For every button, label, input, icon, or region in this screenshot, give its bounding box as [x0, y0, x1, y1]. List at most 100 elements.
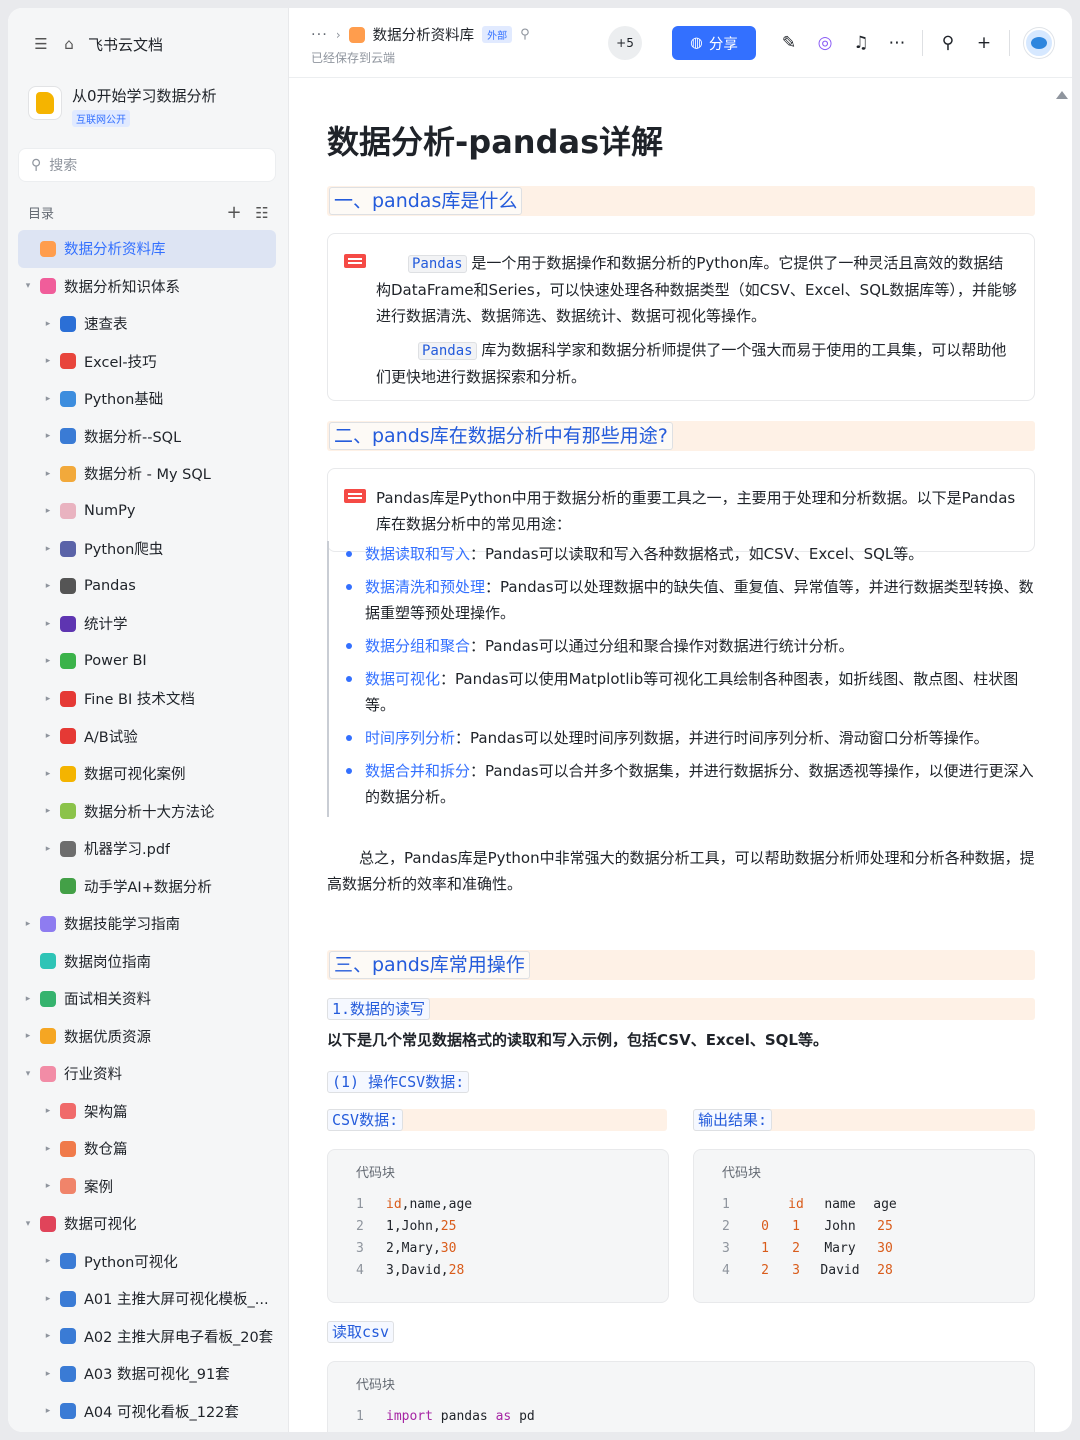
callout-paragraph: Pandas 库为数据科学家和数据分析师提供了一个强大而易于使用的工具集，可以帮…	[376, 337, 1018, 390]
doc-content[interactable]: 数据分析-pandas详解 一、pandas库是什么 Pandas 是一个用于数…	[289, 79, 1072, 1432]
bell-icon[interactable]: ♫	[850, 32, 872, 54]
sidebar-item[interactable]: ▸ 面试相关资料	[18, 980, 276, 1018]
csv-code-block[interactable]: 代码块 1 id,name,age 2 1,John,25 3 2,Mary,30 4 3,D…	[327, 1149, 669, 1303]
chevron-right-icon[interactable]: ▸	[42, 581, 54, 591]
chevron-right-icon[interactable]: ▸	[42, 806, 54, 816]
chevron-right-icon[interactable]: ▸	[42, 619, 54, 629]
chevron-right-icon[interactable]: ▸	[42, 1106, 54, 1116]
chevron-down-icon[interactable]: ▾	[22, 1219, 34, 1229]
sidebar-item[interactable]: 动手学AI+数据分析	[18, 868, 276, 906]
read-code-block[interactable]: 代码块 1 import pandas as pd	[327, 1361, 1035, 1432]
sidebar-item[interactable]: ▸ 数据分析--SQL	[18, 418, 276, 456]
chevron-right-icon[interactable]: ▸	[22, 1031, 34, 1041]
search-icon[interactable]: ⚲	[937, 32, 959, 54]
breadcrumb-doc-name[interactable]: 数据分析资料库	[373, 24, 475, 45]
more-icon[interactable]: ⋯	[886, 32, 908, 54]
workspace-title: 从0开始学习数据分析	[72, 87, 217, 105]
sidebar-item[interactable]: ▸ A02 主推大屏电子看板_20套	[18, 1318, 276, 1356]
chevron-right-icon[interactable]: ▸	[42, 431, 54, 441]
share-button[interactable]: ◍ 分享	[672, 26, 756, 60]
sidebar-item[interactable]: ▸ A04 可视化看板_122套	[18, 1393, 276, 1431]
add-page-icon[interactable]: +	[223, 202, 245, 223]
table-cell: David	[820, 1263, 860, 1278]
sidebar-item[interactable]: ▸ 统计学	[18, 605, 276, 643]
collapse-sidebar-icon[interactable]: ☰	[32, 35, 50, 53]
chevron-right-icon[interactable]: ▸	[42, 1144, 54, 1154]
ai-assistant-icon[interactable]: ◎	[814, 32, 836, 54]
app-name[interactable]: 飞书云文档	[88, 34, 163, 55]
output-code-block[interactable]: 代码块 1 id name age 2 0 1 John 25 3 1 2 Mary 30 4 2 3 David…	[693, 1149, 1035, 1303]
list-item-keyword: 数据分组和聚合	[365, 637, 471, 655]
sidebar-item[interactable]: ▸ 速查表	[18, 305, 276, 343]
sidebar-item[interactable]: ▸ Pandas	[18, 568, 276, 606]
sidebar-item[interactable]: ▸ A/B试验	[18, 718, 276, 756]
add-icon[interactable]: +	[973, 32, 995, 54]
chevron-right-icon[interactable]: ▸	[42, 469, 54, 479]
sidebar-item[interactable]: ▸ Python基础	[18, 380, 276, 418]
sidebar-item[interactable]: ▸ 数仓篇	[18, 1130, 276, 1168]
sidebar-item[interactable]: ▸ 案例	[18, 1168, 276, 1206]
sidebar-item[interactable]: 数据岗位指南	[18, 943, 276, 981]
chevron-right-icon[interactable]: ▸	[22, 919, 34, 929]
sidebar-item[interactable]: ▸ 数据分析十大方法论	[18, 793, 276, 831]
chevron-right-icon[interactable]: ▸	[42, 1406, 54, 1416]
sidebar-item[interactable]: ▸ A03 数据可视化_91套	[18, 1355, 276, 1393]
section-heading-1-text: 一、pandas库是什么	[329, 187, 523, 215]
chevron-right-icon[interactable]: ▸	[42, 319, 54, 329]
sidebar-item[interactable]: ▸ NumPy	[18, 493, 276, 531]
sidebar-item[interactable]: ▸ Power BI	[18, 643, 276, 681]
sidebar-item[interactable]: ▸ A01 主推大屏可视化模板_...	[18, 1280, 276, 1318]
sidebar-item-label: Pandas	[84, 578, 136, 595]
chevron-right-icon[interactable]: ▸	[42, 506, 54, 516]
sidebar-item[interactable]: ▾ 数据分析知识体系	[18, 268, 276, 306]
home-icon[interactable]: ⌂	[60, 35, 78, 53]
code-line: 3 1 2 Mary 30	[722, 1238, 904, 1260]
sidebar-item[interactable]: ▾ 数据可视化	[18, 1205, 276, 1243]
sidebar-item[interactable]: ▸ 架构篇	[18, 1093, 276, 1131]
outline-list-icon[interactable]: ☷	[251, 204, 273, 222]
workspace-header[interactable]: 从0开始学习数据分析 互联网公开	[28, 86, 217, 127]
collaborators-count[interactable]: +5	[608, 26, 642, 60]
sidebar-item[interactable]: ▸ Python可视化	[18, 1243, 276, 1281]
scroll-up-icon[interactable]	[1056, 91, 1068, 99]
search-input[interactable]: ⚲ 搜索	[18, 148, 276, 182]
chevron-right-icon[interactable]: ▸	[42, 769, 54, 779]
page-icon	[60, 1290, 76, 1307]
chevron-right-icon[interactable]: ▸	[42, 394, 54, 404]
sidebar-item[interactable]: ▸ Fine BI 技术文档	[18, 680, 276, 718]
chevron-right-icon[interactable]: ▸	[42, 544, 54, 554]
chevron-down-icon[interactable]: ▾	[22, 1069, 34, 1079]
sidebar-item[interactable]: ▸ Excel-技巧	[18, 343, 276, 381]
list-item-text: ：Pandas可以通过分组和聚合操作对数据进行统计分析。	[470, 637, 854, 655]
line-number: 3	[356, 1241, 364, 1256]
chevron-right-icon[interactable]: ▸	[42, 731, 54, 741]
edit-icon[interactable]: ✎	[778, 32, 800, 54]
more-breadcrumb-button[interactable]: ···	[311, 27, 328, 43]
chevron-down-icon[interactable]: ▾	[22, 281, 34, 291]
chevron-right-icon[interactable]: ▸	[22, 994, 34, 1004]
sidebar-item[interactable]: ▾ 行业资料	[18, 1055, 276, 1093]
section-heading-2-text: 二、pands库在数据分析中有那些用途?	[329, 422, 673, 450]
page-icon	[40, 240, 56, 257]
sidebar-item[interactable]: ▸ 机器学习.pdf	[18, 830, 276, 868]
chevron-right-icon[interactable]: ▸	[42, 1369, 54, 1379]
chevron-right-icon[interactable]: ▸	[42, 694, 54, 704]
page-icon	[60, 465, 76, 482]
pin-icon[interactable]: ⚲	[520, 27, 530, 42]
chevron-right-icon[interactable]: ▸	[42, 356, 54, 366]
chevron-right-icon[interactable]: ▸	[42, 844, 54, 854]
sidebar-item[interactable]: ▸ Python爬虫	[18, 530, 276, 568]
sidebar-item[interactable]: ▸ 数据可视化案例	[18, 755, 276, 793]
chevron-right-icon[interactable]: ▸	[42, 1331, 54, 1341]
sidebar-item[interactable]: ▸ 数据分析 - My SQL	[18, 455, 276, 493]
chevron-right-icon[interactable]: ▸	[42, 1294, 54, 1304]
sidebar-item[interactable]: ▸ 数据技能学习指南	[18, 905, 276, 943]
chevron-right-icon[interactable]: ▸	[42, 656, 54, 666]
sidebar-item[interactable]: ▸ 数据优质资源	[18, 1018, 276, 1056]
chevron-right-icon[interactable]: ▸	[42, 1181, 54, 1191]
chevron-right-icon[interactable]: ▸	[42, 1256, 54, 1266]
page-icon	[60, 1403, 76, 1420]
avatar[interactable]	[1024, 28, 1054, 58]
sidebar-item[interactable]: 数据分析资料库	[18, 230, 276, 268]
code-line: 2 0 1 John 25	[722, 1216, 904, 1238]
